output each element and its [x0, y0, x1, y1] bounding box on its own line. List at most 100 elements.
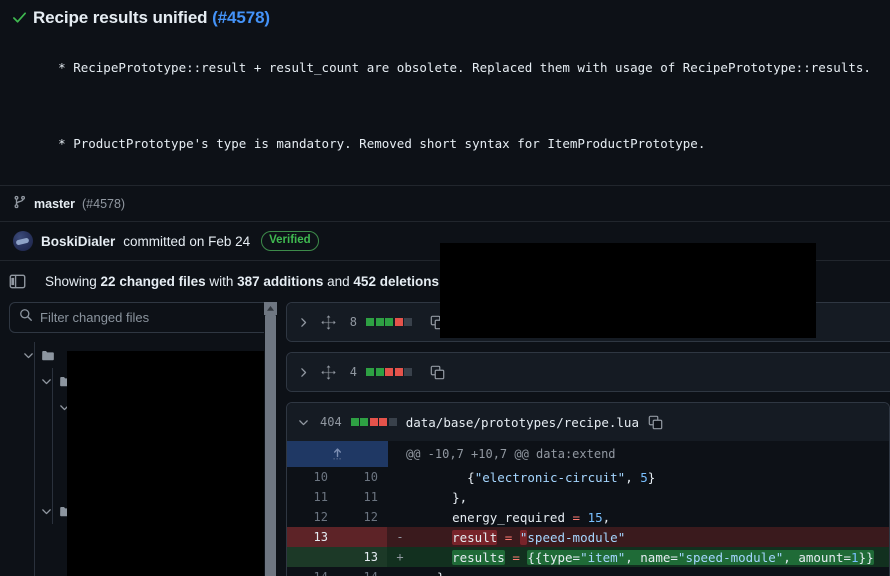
move-diff-icon[interactable]	[320, 364, 336, 380]
commit-timestamp: committed on Feb 24	[123, 233, 251, 249]
line-number-new	[337, 527, 387, 547]
diff-stat-square-non	[404, 318, 412, 326]
line-number-new: 10	[363, 470, 378, 484]
diff-marker	[387, 467, 413, 487]
pr-link[interactable]: (#4578)	[212, 8, 270, 27]
copy-icon[interactable]	[648, 415, 663, 430]
diff-code-row[interactable]: 11 11 },	[287, 487, 889, 507]
scrollbar-thumb[interactable]	[265, 315, 276, 576]
diff-summary-text: Showing 22 changed files with 387 additi…	[45, 274, 443, 289]
commit-diff-page: Recipe results unified (#4578) * RecipeP…	[0, 0, 890, 576]
copy-icon[interactable]	[430, 365, 445, 380]
diff-code-row[interactable]: 13 + results = {{type="item", name="speed…	[287, 547, 889, 567]
commit-description-line1: * RecipePrototype::result + result_count…	[58, 60, 871, 75]
file-tree-sidebar	[9, 302, 277, 576]
diff-stat-square-add	[385, 318, 393, 326]
redaction-block-tree	[67, 351, 277, 576]
diff-code-text: {"electronic-circuit", 5}	[422, 469, 656, 485]
filter-changed-files-box[interactable]	[9, 302, 277, 333]
move-diff-icon[interactable]	[320, 314, 336, 330]
diff-code-row[interactable]: 12 12 energy_required = 15,	[287, 507, 889, 527]
chevron-down-icon[interactable]	[39, 375, 53, 388]
chevron-right-icon[interactable]	[296, 366, 311, 379]
branch-row: master (#4578)	[0, 186, 890, 221]
line-number-new: 12	[363, 510, 378, 524]
diff-file-header[interactable]: 404 data/base/prototypes/recipe.lua	[287, 403, 889, 441]
diff-stat-square-del	[369, 418, 378, 426]
author-name[interactable]: BoskiDialer	[41, 234, 115, 249]
deletions-count: 452 deletions	[353, 274, 439, 289]
diff-stat-square-del	[394, 318, 403, 326]
diff-stat-square-add	[375, 318, 384, 326]
diff-code-row[interactable]: 1414 },	[287, 567, 889, 576]
commit-description-gap	[13, 96, 878, 115]
diff-body: 8 4 404 data/base/prototypes/recipe.lua @@ -…	[0, 302, 890, 576]
caret-up-icon[interactable]	[264, 302, 277, 315]
line-number-old: 10	[313, 470, 328, 484]
diff-file-card: 404 data/base/prototypes/recipe.lua @@ -10…	[286, 402, 890, 576]
diff-code-text: result = " speed-module"	[452, 529, 626, 545]
diff-stat-square-add	[375, 368, 384, 376]
line-number-new: 13	[337, 547, 387, 567]
diff-file-header[interactable]: 4	[287, 353, 890, 391]
diff-stat-square-add	[366, 368, 374, 376]
diff-stat-square-non	[404, 368, 412, 376]
chevron-down-icon[interactable]	[296, 416, 311, 429]
diff-stat-square-add	[366, 318, 374, 326]
diff-file-card: 4	[286, 352, 890, 392]
sidebar-toggle-icon[interactable]	[9, 273, 26, 290]
check-circle-icon	[12, 10, 27, 30]
changed-files-count: 22 changed files	[100, 274, 206, 289]
chevron-down-icon[interactable]	[39, 505, 53, 518]
diff-file-path[interactable]: data/base/prototypes/recipe.lua	[406, 415, 639, 430]
chevron-right-icon[interactable]	[296, 316, 311, 329]
line-number-old: 13	[287, 527, 337, 547]
diff-code-row[interactable]: 10 10 {"electronic-circuit", 5}	[287, 467, 889, 487]
diff-code-row[interactable]: 13 - result = " speed-module"	[287, 527, 889, 547]
expand-up-icon[interactable]	[287, 441, 388, 467]
folder-icon	[41, 348, 56, 363]
line-number-old	[287, 547, 337, 567]
redaction-block-diff-headers	[440, 243, 816, 338]
diff-marker	[387, 507, 413, 527]
branch-name[interactable]: master	[34, 197, 75, 211]
diff-code-text: results = {{type="item", name="speed-mod…	[452, 549, 874, 565]
diff-marker: -	[396, 530, 404, 544]
line-number-new: 14	[337, 567, 387, 576]
avatar[interactable]	[13, 231, 33, 251]
diff-marker	[387, 567, 413, 576]
status-badge[interactable]: Verified	[261, 231, 319, 251]
hunk-header-row: @@ -10,7 +10,7 @@ data:extend	[287, 441, 889, 467]
commit-description-line2: * ProductPrototype's type is mandatory. …	[58, 136, 706, 151]
diff-marker	[387, 487, 413, 507]
commit-description: * RecipePrototype::result + result_count…	[12, 39, 878, 172]
git-branch-icon	[13, 195, 27, 212]
diff-code-text: },	[422, 489, 468, 505]
diff-change-count: 8	[349, 315, 357, 329]
showing-prefix: Showing	[45, 274, 101, 289]
line-number-old: 14	[287, 567, 337, 576]
commit-title-row: Recipe results unified (#4578)	[12, 6, 878, 30]
diff-marker: +	[396, 550, 404, 564]
branch-pr-ref[interactable]: (#4578)	[82, 197, 125, 211]
showing-mid: with	[205, 274, 238, 289]
diff-stat-square-del	[379, 418, 388, 426]
hunk-header-text: @@ -10,7 +10,7 @@ data:extend	[406, 447, 616, 461]
diff-change-count: 404	[320, 415, 342, 429]
diff-stat-squares	[350, 418, 397, 426]
search-icon	[19, 308, 33, 327]
diff-stat-square-del	[385, 368, 393, 376]
diff-stat-square-del	[394, 368, 403, 376]
diff-stat-squares	[366, 318, 412, 326]
additions-count: 387 additions	[237, 274, 324, 289]
chevron-down-icon[interactable]	[21, 349, 35, 362]
showing-and: and	[323, 274, 354, 289]
diff-stat-square-non	[388, 418, 397, 426]
line-number-old: 11	[313, 490, 328, 504]
sidebar-scrollbar[interactable]	[264, 302, 277, 576]
search-input[interactable]	[40, 310, 267, 325]
diff-code-text: },	[413, 567, 889, 576]
commit-title-text: Recipe results unified	[33, 8, 208, 27]
commit-header: Recipe results unified (#4578) * RecipeP…	[0, 0, 890, 172]
diff-stat-square-add	[350, 418, 359, 426]
